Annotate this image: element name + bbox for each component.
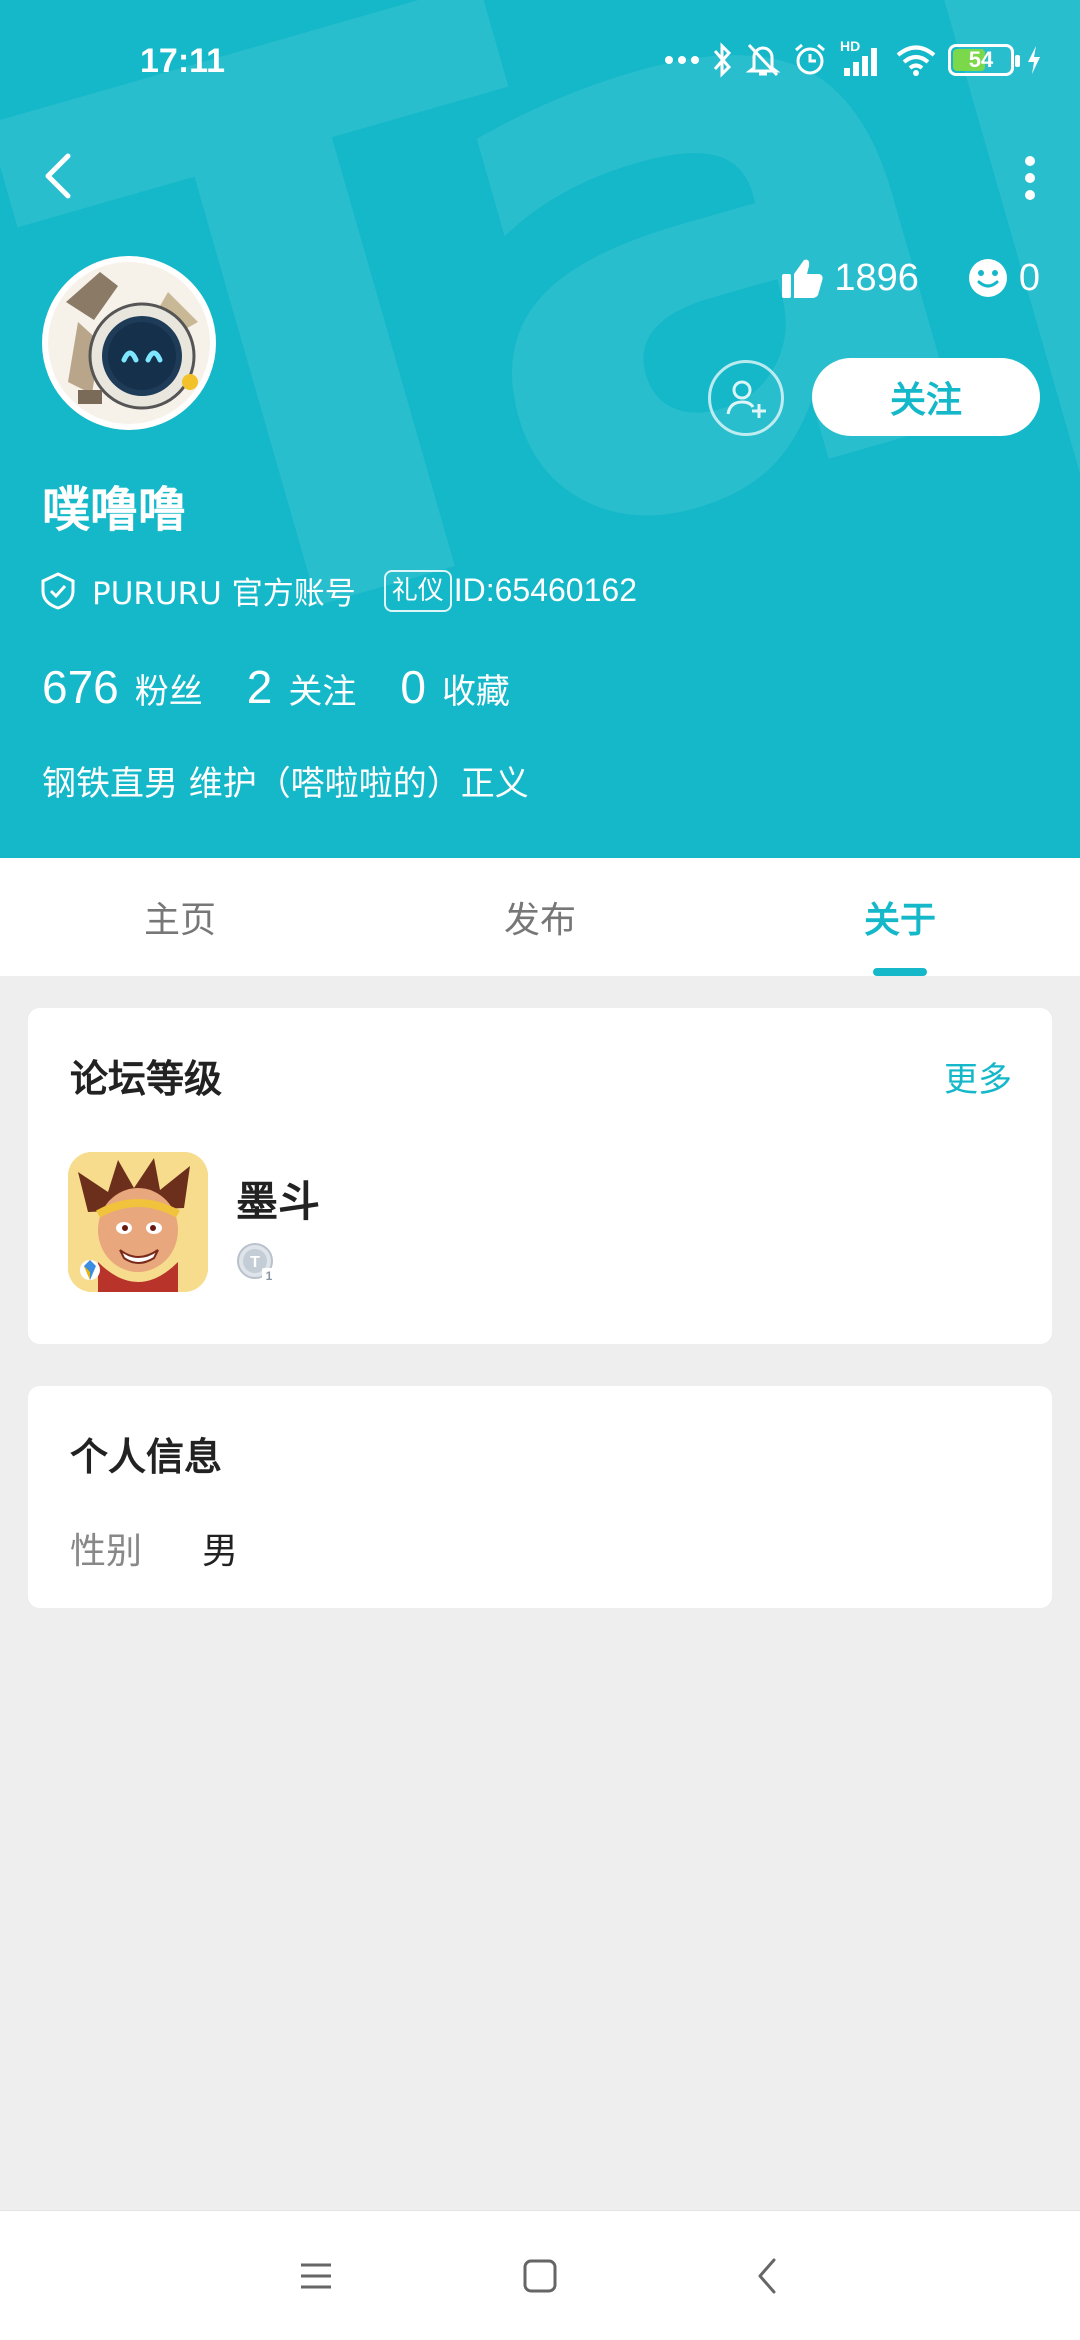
forum-level-card: 论坛等级 更多 墨斗 T 1 <box>28 1008 1052 1344</box>
tab-about[interactable]: 关于 <box>720 858 1080 976</box>
chevron-left-icon <box>45 153 71 199</box>
etiquette-tag: 礼仪 <box>383 569 452 612</box>
level-badge-letter: T <box>250 1254 260 1271</box>
bluetooth-icon <box>713 42 732 78</box>
tab-posts-label: 发布 <box>503 900 576 941</box>
level-badge: T 1 <box>236 1242 278 1284</box>
add-user-icon <box>726 380 766 418</box>
home-button[interactable] <box>510 2251 570 2301</box>
menu-icon <box>301 2263 331 2289</box>
battery-level: 54 <box>968 47 994 72</box>
more-link[interactable]: 更多 <box>944 1052 1012 1101</box>
likes-count: 1896 <box>834 256 919 299</box>
fans-count[interactable]: 676 <box>42 660 119 714</box>
following-label[interactable]: 关注 <box>288 664 356 713</box>
fans-label[interactable]: 粉丝 <box>135 664 203 713</box>
status-bar: 17:11 HD 54 <box>0 38 1080 88</box>
username: 噗噜噜 <box>42 482 187 538</box>
follow-counts: 676 粉丝 2 关注 0 收藏 <box>42 660 554 714</box>
more-dots-icon <box>665 56 699 64</box>
tab-about-label: 关于 <box>863 900 936 941</box>
favorites-label[interactable]: 收藏 <box>442 664 510 713</box>
back-button[interactable] <box>36 148 86 204</box>
tab-posts[interactable]: 发布 <box>360 858 720 976</box>
user-bio: 钢铁直男 维护（嗒啦啦的）正义 <box>42 764 529 804</box>
smiles-count: 0 <box>1018 256 1040 299</box>
avatar[interactable] <box>42 256 216 430</box>
gender-label: 性别 <box>70 1531 143 1572</box>
robot-avatar-icon <box>48 262 210 424</box>
status-icons: HD 54 <box>664 38 1042 78</box>
verified-shield-icon <box>41 571 75 610</box>
thumbs-up-icon <box>782 259 823 298</box>
favorites-count[interactable]: 0 <box>400 660 426 714</box>
user-id: ID:65460162 <box>453 572 637 608</box>
likes-stat[interactable]: 1896 <box>780 256 919 300</box>
vertical-dots-icon <box>1025 156 1035 200</box>
follow-button[interactable]: 关注 <box>812 358 1040 436</box>
smiley-icon <box>968 259 1007 297</box>
game-name[interactable]: 墨斗 <box>236 1168 320 1229</box>
signal-icon: HD <box>840 38 884 78</box>
header-stats: 1896 0 <box>780 256 1040 300</box>
system-back-button[interactable] <box>738 2251 798 2301</box>
profile-tabs: 主页 发布 关于 <box>0 858 1080 976</box>
more-options-button[interactable] <box>1010 150 1050 206</box>
game-icon[interactable] <box>68 1152 208 1292</box>
personal-info-title: 个人信息 <box>70 1435 223 1479</box>
tab-home-label: 主页 <box>143 900 216 941</box>
charging-icon <box>1028 46 1040 74</box>
system-nav-bar <box>0 2210 1080 2340</box>
tab-home[interactable]: 主页 <box>0 858 360 976</box>
wifi-icon <box>896 45 936 76</box>
add-friend-button[interactable] <box>708 360 784 436</box>
gender-value: 男 <box>202 1531 239 1572</box>
following-count[interactable]: 2 <box>247 660 273 714</box>
smiles-stat[interactable]: 0 <box>967 257 1040 300</box>
verification-row: PURURU 官方账号 礼仪 ID:65460162 <box>40 568 637 613</box>
alarm-icon <box>795 43 825 75</box>
back-arrow-icon <box>758 2258 776 2294</box>
status-time: 17:11 <box>140 42 226 80</box>
battery-icon: 54 <box>948 44 1020 76</box>
square-icon <box>523 2259 557 2293</box>
mute-bell-icon <box>746 43 780 77</box>
network-type: HD <box>840 38 861 54</box>
monkey-king-icon <box>68 1152 208 1292</box>
active-tab-indicator <box>873 968 927 976</box>
recents-button[interactable] <box>286 2251 346 2301</box>
profile-header: TapTap 17:11 HD 54 1896 0 关注 噗噜噜 PURURU … <box>0 0 1080 858</box>
forum-level-title: 论坛等级 <box>70 1057 223 1101</box>
personal-info-card: 个人信息 性别 男 <box>28 1386 1052 1608</box>
level-badge-number: 1 <box>266 1269 273 1283</box>
verify-text: PURURU 官方账号 <box>92 576 356 612</box>
